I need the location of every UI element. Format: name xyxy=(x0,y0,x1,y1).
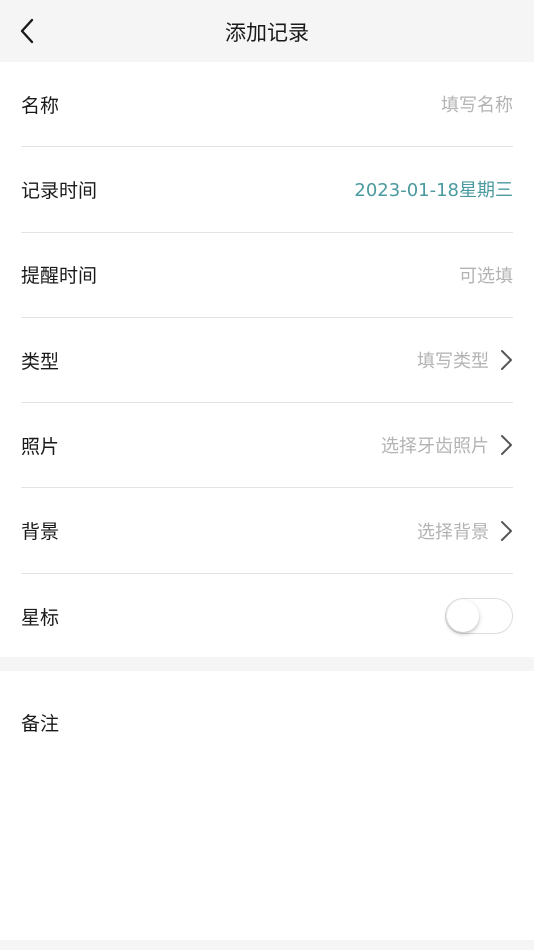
type-selector[interactable]: 填写类型 xyxy=(417,347,513,373)
star-row: 星标 xyxy=(21,574,513,659)
reminder-time-input[interactable]: 可选填 xyxy=(459,262,513,288)
toggle-knob xyxy=(447,600,479,633)
name-label: 名称 xyxy=(21,94,60,117)
notes-section: 备注 xyxy=(0,671,534,940)
background-row[interactable]: 背景 选择背景 xyxy=(21,488,513,574)
type-label: 类型 xyxy=(21,350,60,373)
photo-label: 照片 xyxy=(21,435,60,458)
chevron-right-icon xyxy=(499,434,513,456)
record-time-row[interactable]: 记录时间 2023-01-18星期三 xyxy=(21,147,513,233)
add-record-screen: 添加记录 名称 填写名称 记录时间 2023-01-18星期三 提醒时间 可选填… xyxy=(0,0,534,950)
type-placeholder: 填写类型 xyxy=(417,351,489,373)
reminder-time-label: 提醒时间 xyxy=(21,265,98,288)
background-placeholder: 选择背景 xyxy=(417,521,489,543)
photo-selector[interactable]: 选择牙齿照片 xyxy=(381,432,513,458)
notes-label: 备注 xyxy=(21,713,60,735)
background-label: 背景 xyxy=(21,521,60,544)
star-toggle[interactable] xyxy=(445,598,513,635)
notes-input[interactable] xyxy=(21,746,513,926)
photo-placeholder: 选择牙齿照片 xyxy=(381,436,489,458)
page-title: 添加记录 xyxy=(225,21,309,45)
photo-row[interactable]: 照片 选择牙齿照片 xyxy=(21,403,513,489)
record-time-label: 记录时间 xyxy=(21,179,98,202)
record-time-value[interactable]: 2023-01-18星期三 xyxy=(354,176,513,202)
name-row[interactable]: 名称 填写名称 xyxy=(21,62,513,148)
name-input[interactable]: 填写名称 xyxy=(441,91,513,117)
nav-bar: 添加记录 xyxy=(0,0,534,62)
record-form: 名称 填写名称 记录时间 2023-01-18星期三 提醒时间 可选填 类型 填… xyxy=(0,62,534,657)
star-label: 星标 xyxy=(21,606,60,629)
chevron-right-icon xyxy=(499,349,513,371)
reminder-time-row[interactable]: 提醒时间 可选填 xyxy=(21,233,513,318)
background-selector[interactable]: 选择背景 xyxy=(417,518,513,544)
chevron-right-icon xyxy=(499,520,513,542)
type-row[interactable]: 类型 填写类型 xyxy=(21,318,513,404)
